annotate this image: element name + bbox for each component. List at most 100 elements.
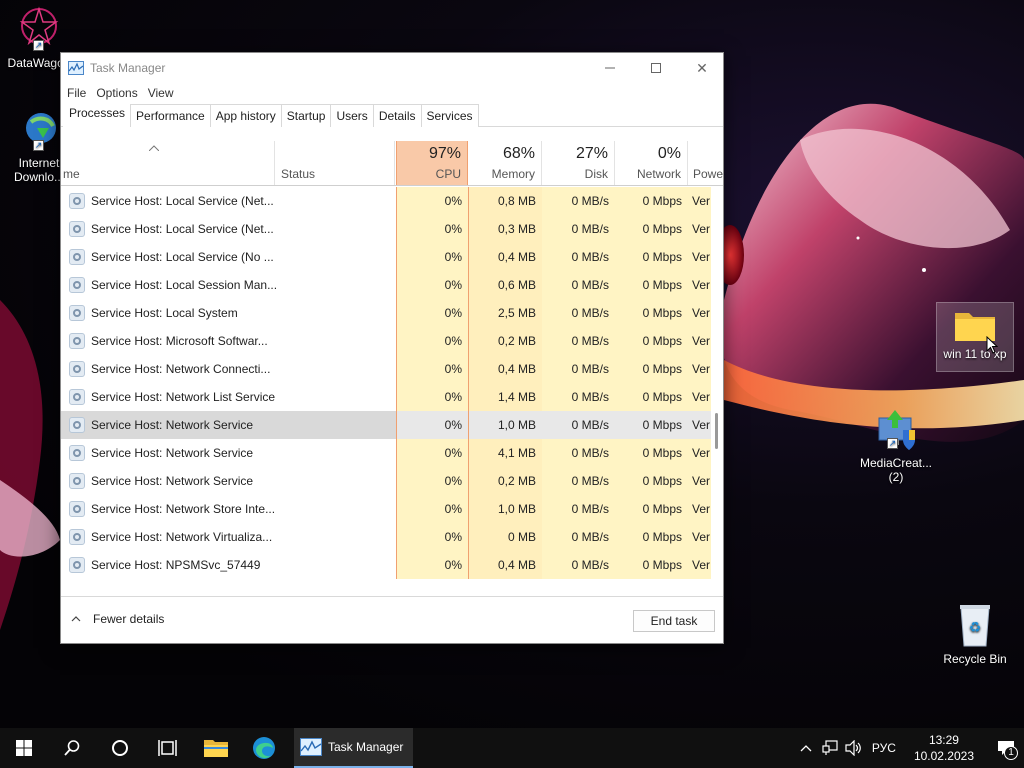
menu-options[interactable]: Options xyxy=(96,86,143,100)
table-row[interactable]: Service Host: Network List Service 0% 1,4 … xyxy=(61,383,723,411)
process-status xyxy=(275,383,396,411)
process-memory: 0,4 MB xyxy=(469,355,542,383)
table-row[interactable]: Service Host: Local System 0% 2,5 MB 0 MB/s… xyxy=(61,299,723,327)
service-gear-icon xyxy=(69,529,85,545)
process-memory: 0,4 MB xyxy=(469,243,542,271)
process-disk: 0 MB/s xyxy=(542,551,615,579)
column-header-memory[interactable]: 68% Memory xyxy=(469,141,542,185)
process-status xyxy=(275,299,396,327)
table-row[interactable]: Service Host: Microsoft Softwar... 0% 0,2 … xyxy=(61,327,723,355)
fewer-details-button[interactable]: Fewer details xyxy=(71,612,164,626)
service-gear-icon xyxy=(69,305,85,321)
task-manager-icon xyxy=(300,738,322,756)
process-name: Service Host: Local Service (No ... xyxy=(91,250,274,264)
network-tray-button[interactable] xyxy=(818,740,842,756)
table-row[interactable]: Service Host: Local Session Man... 0% 0,6 … xyxy=(61,271,723,299)
desktop-icon-recycle-bin[interactable]: ♻ Recycle Bin xyxy=(936,602,1014,666)
tab-details[interactable]: Details xyxy=(372,104,422,127)
process-disk: 0 MB/s xyxy=(542,523,615,551)
menu-file[interactable]: File xyxy=(67,86,92,100)
process-name: Service Host: Network Service xyxy=(91,418,254,432)
close-button[interactable]: ✕ xyxy=(679,53,725,83)
folder-icon xyxy=(204,740,228,757)
column-header-power[interactable]: Powe xyxy=(688,141,723,185)
table-row[interactable]: Service Host: Local Service (No ... 0% 0,4… xyxy=(61,243,723,271)
process-name: Service Host: Network Service xyxy=(91,446,254,460)
table-row[interactable]: Service Host: Network Service 0% 1,0 MB 0 M… xyxy=(61,411,723,439)
process-name: Service Host: Network Store Inte... xyxy=(91,502,276,516)
volume-tray-button[interactable] xyxy=(842,740,866,756)
table-row[interactable]: Service Host: NPSMSvc_57449 0% 0,4 MB 0 MB/… xyxy=(61,551,723,579)
clock[interactable]: 13:29 10.02.2023 xyxy=(914,732,974,764)
input-language-indicator[interactable]: РУС xyxy=(866,741,902,755)
table-row[interactable]: Service Host: Network Service 0% 0,2 MB 0 M… xyxy=(61,467,723,495)
tab-users[interactable]: Users xyxy=(330,104,374,127)
menu-view[interactable]: View xyxy=(148,86,180,100)
process-power-usage: Ver xyxy=(688,439,711,467)
table-row[interactable]: Service Host: Local Service (Net... 0% 0,3… xyxy=(61,215,723,243)
minimize-button[interactable] xyxy=(587,53,633,83)
table-row[interactable]: Service Host: Local Service (Net... 0% 0,8… xyxy=(61,187,723,215)
tab-services[interactable]: Services xyxy=(420,104,479,127)
process-cpu: 0% xyxy=(396,551,469,579)
desktop-icon-label: win 11 to xp xyxy=(943,347,1007,361)
process-network: 0 Mbps xyxy=(615,243,688,271)
close-icon: ✕ xyxy=(696,59,708,76)
process-network: 0 Mbps xyxy=(615,355,688,383)
start-button[interactable] xyxy=(0,728,48,768)
process-name: Service Host: Network List Service xyxy=(91,390,276,404)
window-title: Task Manager xyxy=(90,61,166,75)
process-power-usage: Ver xyxy=(688,187,711,215)
show-hidden-icons-button[interactable] xyxy=(794,744,818,752)
table-row[interactable]: Service Host: Network Connecti... 0% 0,4 M… xyxy=(61,355,723,383)
process-network: 0 Mbps xyxy=(615,495,688,523)
process-network: 0 Mbps xyxy=(615,327,688,355)
maximize-button[interactable] xyxy=(633,53,679,83)
title-bar[interactable]: Task Manager ✕ xyxy=(61,53,723,83)
column-label-status: Status xyxy=(281,167,316,181)
process-disk: 0 MB/s xyxy=(542,243,615,271)
cortana-button[interactable] xyxy=(96,728,144,768)
file-explorer-button[interactable] xyxy=(192,728,240,768)
clock-date: 10.02.2023 xyxy=(913,749,974,763)
process-memory: 1,0 MB xyxy=(469,411,542,439)
column-header-network[interactable]: 0% Network xyxy=(615,141,688,185)
process-name: Service Host: Microsoft Softwar... xyxy=(91,334,268,348)
process-status xyxy=(275,215,396,243)
search-icon xyxy=(64,740,80,756)
vertical-scrollbar-thumb[interactable] xyxy=(715,413,718,449)
desktop-icon-win11-to-xp-folder[interactable]: win 11 to xp xyxy=(936,302,1014,372)
table-row[interactable]: Service Host: Network Store Inte... 0% 1,0… xyxy=(61,495,723,523)
process-cpu: 0% xyxy=(396,299,469,327)
table-row[interactable]: Service Host: Network Virtualiza... 0% 0 M… xyxy=(61,523,723,551)
tab-startup[interactable]: Startup xyxy=(280,104,332,127)
vertical-scrollbar[interactable] xyxy=(711,187,723,595)
search-button[interactable] xyxy=(48,728,96,768)
column-header-status[interactable]: Status xyxy=(275,141,395,185)
task-view-button[interactable] xyxy=(144,728,192,768)
table-row[interactable]: Service Host: Network Service 0% 4,1 MB 0 M… xyxy=(61,439,723,467)
tab-processes[interactable]: Processes xyxy=(63,101,132,128)
process-memory: 1,0 MB xyxy=(469,495,542,523)
column-header-disk[interactable]: 27% Disk xyxy=(542,141,615,185)
service-gear-icon xyxy=(69,221,85,237)
process-disk: 0 MB/s xyxy=(542,327,615,355)
process-power-usage: Ver xyxy=(688,383,711,411)
column-label-cpu: CPU xyxy=(435,167,461,181)
process-cpu: 0% xyxy=(396,215,469,243)
process-memory: 0,2 MB xyxy=(469,467,542,495)
process-network: 0 Mbps xyxy=(615,439,688,467)
column-header-cpu[interactable]: 97% CPU xyxy=(396,141,468,185)
tab-performance[interactable]: Performance xyxy=(130,104,211,127)
desktop-icon-media-creation-tool[interactable]: ↗ MediaCreat... (2) xyxy=(856,408,936,484)
taskbar-task-manager[interactable]: Task Manager xyxy=(294,728,414,768)
process-cpu: 0% xyxy=(396,243,469,271)
edge-browser-button[interactable] xyxy=(240,728,288,768)
tab-app-history[interactable]: App history xyxy=(209,104,282,127)
notification-center-button[interactable]: 1 xyxy=(988,728,1024,768)
process-status xyxy=(275,551,396,579)
column-header-name[interactable]: me xyxy=(61,141,275,185)
end-task-button[interactable]: End task xyxy=(633,610,715,632)
process-power-usage: Ver xyxy=(688,271,711,299)
process-table: me Status 97% CPU 68% Memory 27% Disk 0%… xyxy=(61,141,723,595)
